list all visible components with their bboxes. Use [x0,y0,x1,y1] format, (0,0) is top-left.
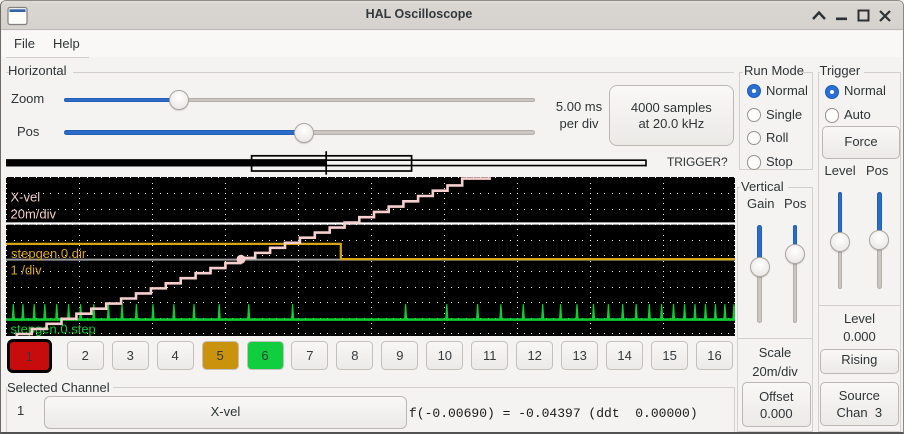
svg-text:stepgen.0.dir: stepgen.0.dir [11,246,87,261]
svg-text:1 /div: 1 /div [11,263,43,278]
svg-text:X-vel: X-vel [11,190,41,205]
svg-text:20m/div: 20m/div [11,207,57,222]
